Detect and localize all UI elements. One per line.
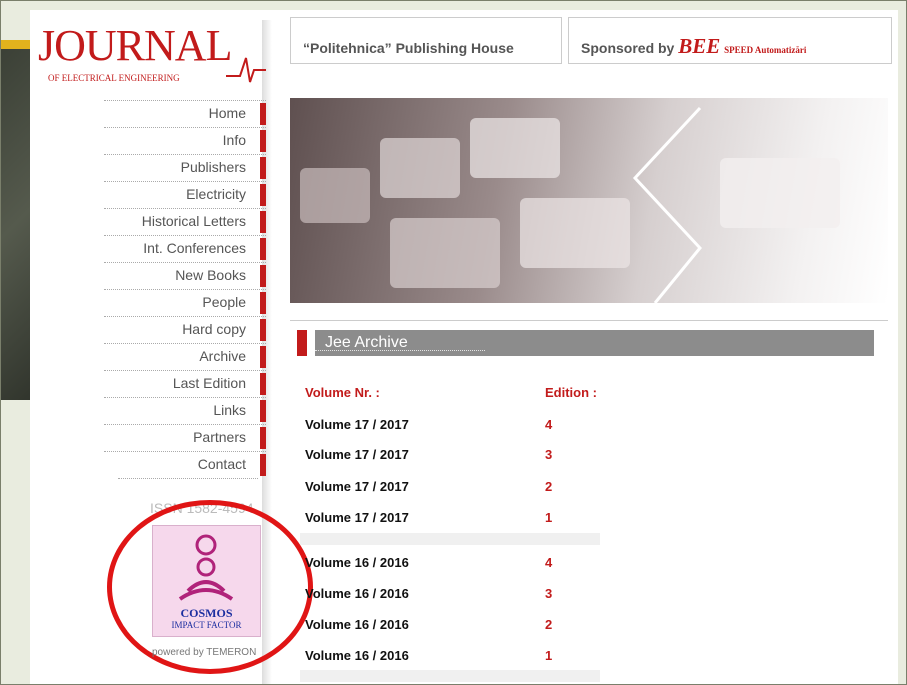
publisher-label: “Politehnica” Publishing House (303, 40, 514, 56)
nav-item-hard-copy[interactable]: Hard copy (104, 316, 266, 343)
archive-dots (315, 350, 485, 351)
nav-item-contact[interactable]: Contact (104, 451, 266, 478)
table-row-volume: Volume 16 / 2016 (305, 586, 409, 601)
powered-by-temeron[interactable]: powered by TEMERON (152, 648, 256, 658)
table-row-edition-link[interactable]: 1 (545, 510, 552, 525)
nav-item-links[interactable]: Links (104, 397, 266, 424)
logo-title: JOURNAL (38, 21, 232, 70)
nav-item-last-edition[interactable]: Last Edition (104, 370, 266, 397)
nav-item-int-conferences[interactable]: Int. Conferences (104, 235, 266, 262)
publisher-box[interactable]: “Politehnica” Publishing House (290, 17, 562, 64)
bee-logo: BEE (678, 34, 721, 58)
archive-title-bar: Jee Archive (315, 330, 874, 356)
nav-item-partners[interactable]: Partners (104, 424, 266, 451)
bee-subtext: SPEED Automatizări (724, 45, 807, 55)
nav-item-people[interactable]: People (104, 289, 266, 316)
nav-label: Info (222, 132, 246, 148)
section-divider (290, 320, 888, 321)
nav-item-home[interactable]: Home (104, 100, 266, 127)
sponsor-content: Sponsored by BEE SPEED Automatizări (581, 34, 806, 59)
nav-label: Last Edition (172, 375, 246, 391)
nav-marker (260, 373, 266, 395)
table-row-volume: Volume 17 / 2017 (305, 479, 409, 494)
nav-label: Hard copy (182, 321, 246, 337)
nav-marker (260, 319, 266, 341)
nav-label: New Books (175, 267, 246, 283)
table-row-edition-link[interactable]: 4 (545, 555, 552, 570)
nav-marker (260, 157, 266, 179)
sponsor-box[interactable]: Sponsored by BEE SPEED Automatizări (568, 17, 892, 64)
column-header-edition: Edition : (545, 385, 597, 400)
sidebar-nav: Home Info Publishers Electricity Histori… (104, 100, 266, 479)
nav-divider (118, 478, 258, 479)
nav-marker (260, 238, 266, 260)
table-row-edition-link[interactable]: 3 (545, 447, 552, 462)
keyboard-image (300, 106, 840, 303)
table-row-volume: Volume 16 / 2016 (305, 648, 409, 663)
nav-item-info[interactable]: Info (104, 127, 266, 154)
table-row-volume: Volume 16 / 2016 (305, 617, 409, 632)
group-separator (300, 533, 600, 545)
nav-marker (260, 400, 266, 422)
frame-border-left (0, 0, 1, 685)
nav-item-historical-letters[interactable]: Historical Letters (104, 208, 266, 235)
table-row-edition-link[interactable]: 2 (545, 479, 552, 494)
archive-marker (297, 330, 307, 356)
nav-marker (260, 454, 266, 476)
table-row-edition-link[interactable]: 4 (545, 417, 552, 432)
logo-subtitle: OF ELECTRICAL ENGINEERING (48, 73, 180, 83)
table-row-edition-link[interactable]: 1 (545, 648, 552, 663)
nav-label: Archive (199, 348, 246, 364)
nav-label: Partners (193, 429, 246, 445)
nav-label: Int. Conferences (143, 240, 246, 256)
hero-image (290, 98, 888, 303)
table-row-volume: Volume 16 / 2016 (305, 555, 409, 570)
nav-marker (260, 103, 266, 125)
nav-item-publishers[interactable]: Publishers (104, 154, 266, 181)
nav-marker (260, 346, 266, 368)
nav-item-new-books[interactable]: New Books (104, 262, 266, 289)
nav-label: Electricity (186, 186, 246, 202)
nav-item-electricity[interactable]: Electricity (104, 181, 266, 208)
table-row-volume: Volume 17 / 2017 (305, 417, 409, 432)
table-row-volume: Volume 17 / 2017 (305, 447, 409, 462)
nav-marker (260, 211, 266, 233)
frame-border-top (0, 0, 907, 1)
nav-marker (260, 184, 266, 206)
column-header-volume: Volume Nr. : (305, 385, 380, 400)
table-row-edition-link[interactable]: 3 (545, 586, 552, 601)
table-row-volume: Volume 17 / 2017 (305, 510, 409, 525)
nav-label: Contact (197, 456, 246, 472)
nav-marker (260, 130, 266, 152)
nav-marker (260, 265, 266, 287)
nav-label: Links (213, 402, 246, 418)
journal-logo[interactable]: JOURNAL OF ELECTRICAL ENGINEERING (38, 24, 268, 94)
sponsored-label: Sponsored by (581, 40, 675, 56)
nav-marker (260, 292, 266, 314)
nav-label: People (202, 294, 246, 310)
group-separator (300, 670, 600, 682)
pulse-icon (226, 57, 266, 83)
table-row-edition-link[interactable]: 2 (545, 617, 552, 632)
nav-item-archive[interactable]: Archive (104, 343, 266, 370)
nav-label: Publishers (180, 159, 246, 175)
nav-marker (260, 427, 266, 449)
nav-label: Historical Letters (141, 213, 246, 229)
nav-label: Home (208, 105, 246, 121)
